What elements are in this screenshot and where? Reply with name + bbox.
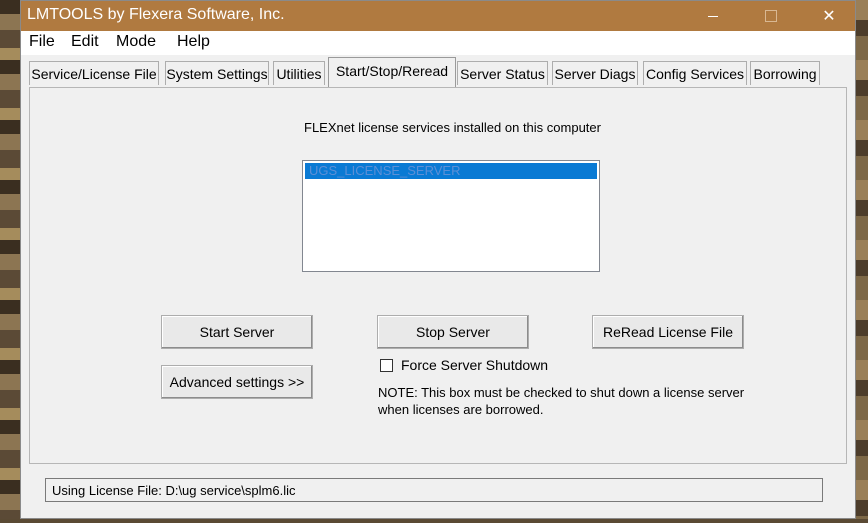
menu-edit[interactable]: Edit [71,33,99,51]
menu-help[interactable]: Help [177,33,210,51]
tab-borrowing[interactable]: Borrowing [750,61,820,85]
desktop-background-bottom [0,519,868,523]
note-text: NOTE: This box must be checked to shut d… [378,384,798,418]
desktop-background-left [0,0,22,523]
tab-system-settings[interactable]: System Settings [165,61,269,85]
tab-config-services[interactable]: Config Services [643,61,747,85]
reread-license-file-button[interactable]: ReRead License File [592,315,744,349]
close-icon: ✕ [822,8,836,25]
lmtools-window: LMTOOLS by Flexera Software, Inc. ✕ File… [20,0,856,519]
services-listbox[interactable]: UGS_LICENSE_SERVER [302,160,600,272]
start-server-button[interactable]: Start Server [161,315,313,349]
note-line-2: when licenses are borrowed. [378,402,544,417]
title-bar[interactable]: LMTOOLS by Flexera Software, Inc. ✕ [21,1,855,31]
license-file-status: Using License File: D:\ug service\splm6.… [52,483,296,498]
services-heading: FLEXnet license services installed on th… [304,120,601,135]
tab-strip: Service/License File System Settings Uti… [21,55,855,89]
window-title: LMTOOLS by Flexera Software, Inc. [27,6,285,23]
minimize-icon [708,15,718,17]
note-line-1: NOTE: This box must be checked to shut d… [378,385,745,400]
maximize-button[interactable] [748,1,794,31]
menu-bar: File Edit Mode Help [21,31,855,55]
menu-mode[interactable]: Mode [116,33,156,51]
close-button[interactable]: ✕ [806,1,852,31]
menu-file[interactable]: File [29,33,55,51]
tab-utilities[interactable]: Utilities [273,61,325,85]
status-bar: Using License File: D:\ug service\splm6.… [45,478,823,502]
list-item[interactable]: UGS_LICENSE_SERVER [305,163,597,179]
tab-server-diags[interactable]: Server Diags [552,61,638,85]
tab-server-status[interactable]: Server Status [457,61,548,85]
force-shutdown-label[interactable]: Force Server Shutdown [401,357,548,373]
maximize-icon [765,10,777,22]
desktop-background-right [856,0,868,523]
advanced-settings-button[interactable]: Advanced settings >> [161,365,313,399]
tab-start-stop-reread[interactable]: Start/Stop/Reread [328,57,456,87]
force-shutdown-checkbox[interactable] [380,359,393,372]
minimize-button[interactable] [690,1,736,31]
stop-server-button[interactable]: Stop Server [377,315,529,349]
tab-service-license-file[interactable]: Service/License File [29,61,159,85]
start-stop-reread-panel: FLEXnet license services installed on th… [29,87,847,464]
